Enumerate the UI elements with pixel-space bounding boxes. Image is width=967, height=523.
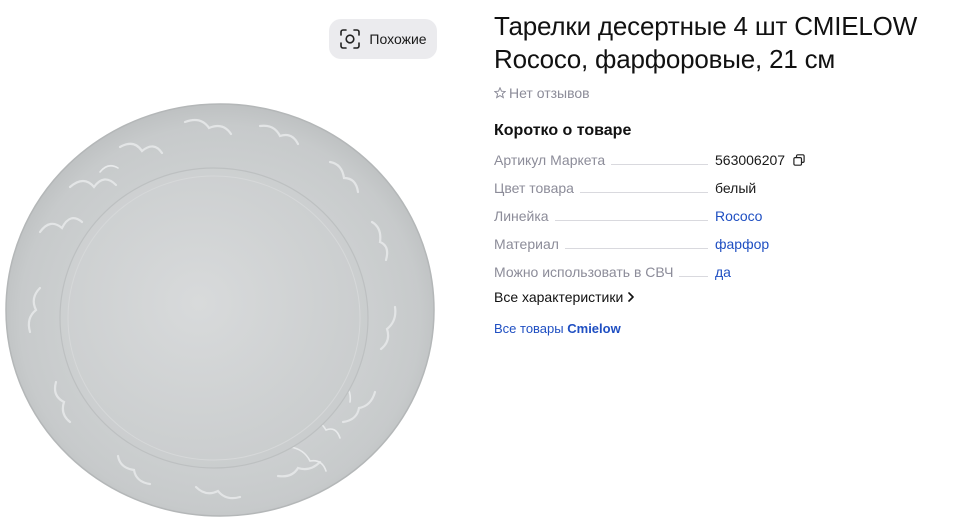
chevron-right-icon [628,292,635,302]
product-image[interactable] [0,92,440,523]
spec-key: Материал [494,236,559,252]
product-title: Тарелки десертные 4 шт CMIELOW Rococo, ф… [494,11,918,74]
product-gallery: Похожие [0,0,460,523]
spec-leader [611,152,708,165]
spec-leader [679,264,708,277]
spec-list: Артикул Маркета 563006207 Цвет товара бе… [494,149,814,289]
star-outline-icon [494,87,506,99]
spec-value-line-link[interactable]: Rococo [715,208,762,224]
spec-value-material-link[interactable]: фарфор [715,236,769,252]
spec-row-color: Цвет товара белый [494,177,814,205]
spec-key: Цвет товара [494,180,574,196]
spec-key: Артикул Маркета [494,152,606,168]
similar-products-label: Похожие [369,31,427,47]
all-specs-link[interactable]: Все характеристики [494,289,635,305]
reviews-label: Нет отзывов [509,85,590,101]
reviews-link[interactable]: Нет отзывов [494,84,590,102]
brand-name: Cmielow [567,321,621,336]
similar-products-button[interactable]: Похожие [329,19,437,59]
scan-similar-icon [340,29,361,49]
specs-heading: Коротко о товаре [494,122,632,139]
spec-key: Линейка [494,208,549,224]
spec-leader [554,208,708,221]
spec-leader [564,236,708,249]
spec-key: Можно использовать в СВЧ [494,264,674,280]
spec-row-material: Материал фарфор [494,233,814,261]
spec-row-microwave: Можно использовать в СВЧ да [494,261,814,289]
copy-icon[interactable] [793,154,805,166]
all-brand-products-link[interactable]: Все товары Cmielow [494,321,621,336]
all-specs-label: Все характеристики [494,289,624,305]
spec-value-color: белый [715,180,757,196]
spec-leader [579,180,708,193]
spec-row-sku: Артикул Маркета 563006207 [494,149,814,177]
spec-row-line: Линейка Rococo [494,205,814,233]
all-brand-prefix: Все товары [494,321,564,336]
spec-value: 563006207 [715,152,786,168]
spec-value-sku: 563006207 [715,152,805,168]
spec-value-microwave-link[interactable]: да [715,264,731,280]
